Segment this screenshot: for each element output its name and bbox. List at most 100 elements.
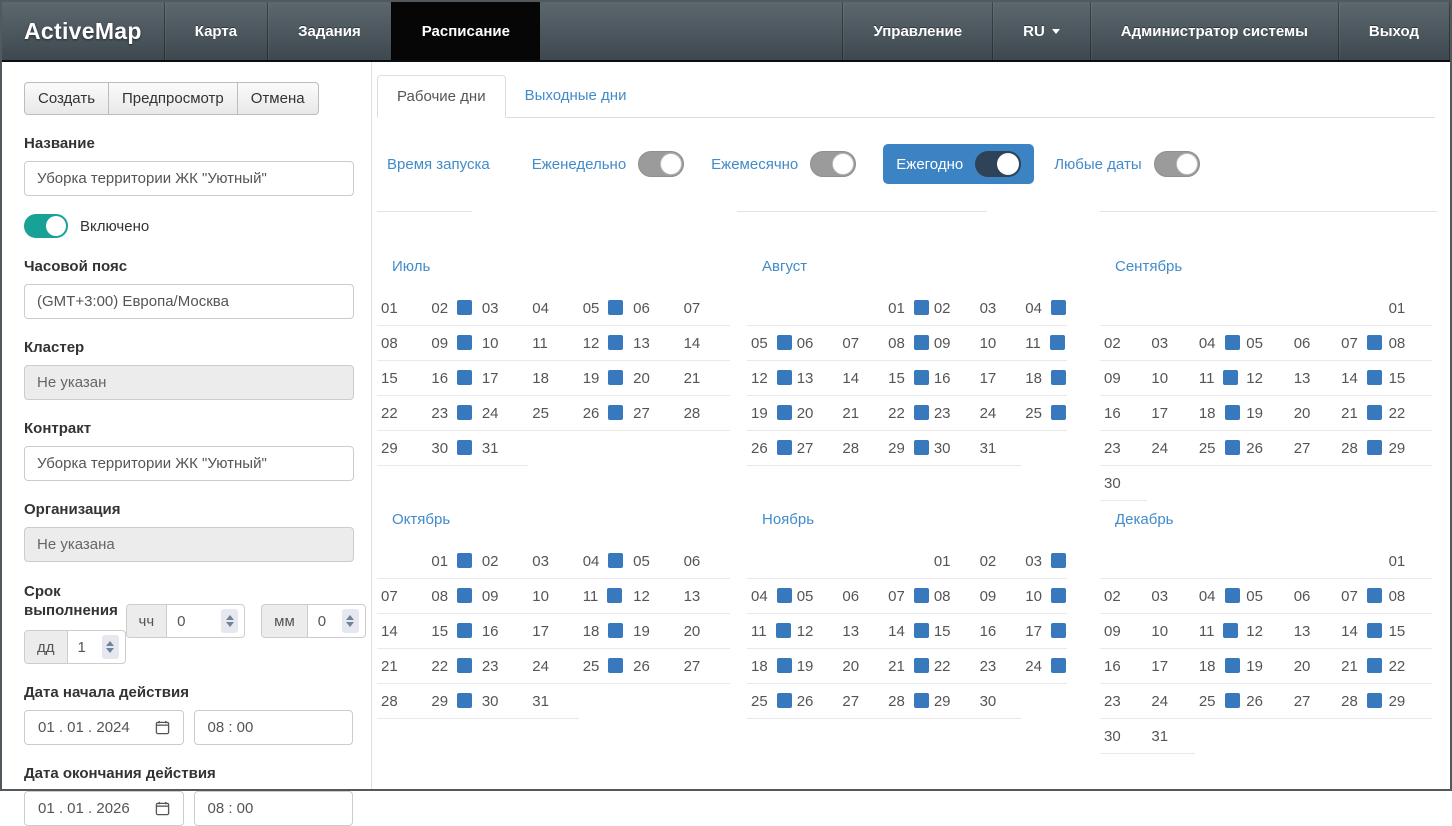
day-checkbox[interactable]	[1225, 405, 1240, 420]
day-checkbox[interactable]	[1367, 623, 1382, 638]
days-input[interactable]: 1	[68, 631, 102, 663]
tab-weekend-days[interactable]: Выходные дни	[506, 75, 646, 117]
stepper-down-icon[interactable]	[226, 622, 234, 627]
day-checkbox[interactable]	[457, 693, 472, 708]
end-time-input[interactable]: 08 : 00	[194, 791, 354, 826]
month-days-november: 0102030405060708091011121314151617181920…	[747, 544, 1067, 719]
day-checkbox[interactable]	[777, 588, 792, 603]
day-checkbox[interactable]	[457, 300, 472, 315]
day-checkbox[interactable]	[457, 623, 472, 638]
toggle-weekly[interactable]	[638, 151, 684, 177]
day-checkbox[interactable]	[776, 623, 791, 638]
day-checkbox[interactable]	[1051, 658, 1066, 673]
day-checkbox[interactable]	[1051, 623, 1066, 638]
day-checkbox[interactable]	[608, 300, 623, 315]
timezone-input[interactable]	[24, 284, 354, 319]
minutes-input[interactable]: 0	[308, 605, 342, 637]
day-checkbox[interactable]	[1225, 693, 1240, 708]
day-checkbox[interactable]	[1050, 335, 1065, 350]
toggle-anydates[interactable]	[1154, 151, 1200, 177]
day-checkbox[interactable]	[777, 370, 792, 385]
toggle-monthly[interactable]	[810, 151, 856, 177]
stepper-down-icon[interactable]	[346, 622, 354, 627]
day-cell: 04	[1195, 579, 1242, 614]
create-button[interactable]: Создать	[24, 82, 109, 115]
nav-tab-map[interactable]: Карта	[164, 2, 267, 60]
day-checkbox[interactable]	[914, 588, 929, 603]
end-date-input[interactable]: 01 . 01 . 2026	[24, 791, 184, 826]
nav-item-logout[interactable]: Выход	[1338, 2, 1450, 60]
day-checkbox[interactable]	[1051, 588, 1066, 603]
day-checkbox[interactable]	[608, 335, 623, 350]
day-checkbox[interactable]	[1051, 405, 1066, 420]
hours-stepper[interactable]	[221, 609, 238, 633]
calendar-icon[interactable]	[155, 720, 170, 735]
nav-tab-tasks[interactable]: Задания	[267, 2, 391, 60]
day-checkbox[interactable]	[457, 658, 472, 673]
day-checkbox[interactable]	[607, 588, 622, 603]
day-checkbox[interactable]	[1367, 405, 1382, 420]
day-checkbox[interactable]	[608, 553, 623, 568]
day-checkbox[interactable]	[777, 693, 792, 708]
day-checkbox[interactable]	[457, 440, 472, 455]
day-checkbox[interactable]	[457, 553, 472, 568]
day-checkbox[interactable]	[608, 405, 623, 420]
start-time-input[interactable]: 08 : 00	[194, 710, 354, 745]
stepper-down-icon[interactable]	[106, 648, 114, 653]
nav-item-management[interactable]: Управление	[842, 2, 992, 60]
preview-button[interactable]: Предпросмотр	[108, 82, 238, 115]
day-checkbox[interactable]	[777, 405, 792, 420]
enabled-toggle[interactable]	[24, 214, 68, 238]
day-checkbox[interactable]	[914, 370, 929, 385]
day-checkbox[interactable]	[914, 440, 929, 455]
stepper-up-icon[interactable]	[226, 615, 234, 620]
day-checkbox[interactable]	[914, 405, 929, 420]
day-checkbox[interactable]	[457, 370, 472, 385]
day-checkbox[interactable]	[1225, 440, 1240, 455]
day-checkbox[interactable]	[1367, 440, 1382, 455]
day-checkbox[interactable]	[457, 335, 472, 350]
day-checkbox[interactable]	[914, 623, 929, 638]
day-checkbox[interactable]	[1367, 658, 1382, 673]
day-checkbox[interactable]	[1367, 693, 1382, 708]
day-checkbox[interactable]	[608, 370, 623, 385]
day-checkbox[interactable]	[1225, 588, 1240, 603]
day-checkbox[interactable]	[608, 658, 623, 673]
day-checkbox[interactable]	[1367, 370, 1382, 385]
day-checkbox[interactable]	[1051, 553, 1066, 568]
day-checkbox[interactable]	[777, 440, 792, 455]
calendar-icon[interactable]	[155, 801, 170, 816]
day-checkbox[interactable]	[1051, 370, 1066, 385]
hours-input[interactable]: 0	[167, 605, 221, 637]
day-checkbox[interactable]	[1225, 335, 1240, 350]
day-number: 07	[684, 300, 701, 317]
day-checkbox[interactable]	[914, 693, 929, 708]
day-checkbox[interactable]	[1223, 370, 1238, 385]
day-checkbox[interactable]	[914, 658, 929, 673]
tab-working-days[interactable]: Рабочие дни	[377, 75, 506, 118]
cancel-button[interactable]: Отмена	[237, 82, 319, 115]
stepper-up-icon[interactable]	[106, 641, 114, 646]
day-checkbox[interactable]	[1367, 335, 1382, 350]
minutes-stepper[interactable]	[342, 609, 359, 633]
days-stepper[interactable]	[102, 635, 119, 659]
day-checkbox[interactable]	[1225, 658, 1240, 673]
day-checkbox[interactable]	[1367, 588, 1382, 603]
nav-item-user[interactable]: Администратор системы	[1090, 2, 1338, 60]
day-checkbox[interactable]	[1223, 623, 1238, 638]
nav-item-language[interactable]: RU	[992, 2, 1090, 60]
day-checkbox[interactable]	[457, 588, 472, 603]
day-checkbox[interactable]	[914, 300, 929, 315]
contract-input[interactable]	[24, 446, 354, 481]
day-checkbox[interactable]	[777, 335, 792, 350]
day-checkbox[interactable]	[777, 658, 792, 673]
start-date-input[interactable]: 01 . 01 . 2024	[24, 710, 184, 745]
name-input[interactable]	[24, 161, 354, 196]
stepper-up-icon[interactable]	[346, 615, 354, 620]
day-checkbox[interactable]	[1051, 300, 1066, 315]
day-checkbox[interactable]	[457, 405, 472, 420]
toggle-yearly[interactable]	[975, 151, 1021, 177]
day-checkbox[interactable]	[914, 335, 929, 350]
nav-tab-schedule[interactable]: Расписание	[391, 2, 540, 60]
day-checkbox[interactable]	[608, 623, 623, 638]
